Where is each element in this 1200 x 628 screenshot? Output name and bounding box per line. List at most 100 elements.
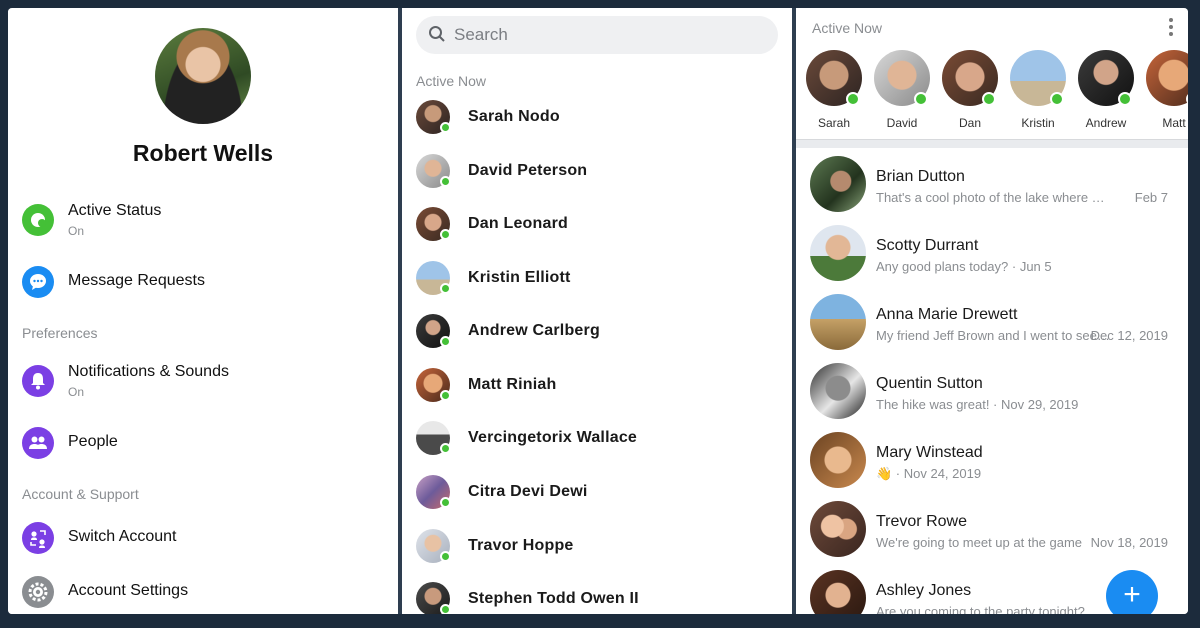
- conversation-name: Brian Dutton: [876, 168, 965, 185]
- contact-row[interactable]: Dan Leonard: [416, 207, 782, 247]
- conversation-row[interactable]: Mary Winstead 👋 · Nov 24, 2019: [810, 432, 1174, 492]
- new-message-button[interactable]: +: [1106, 570, 1158, 614]
- conversation-row[interactable]: Scotty Durrant Any good plans today? · J…: [810, 225, 1174, 285]
- avatar: [810, 363, 866, 419]
- contact-name: Sarah Nodo: [468, 108, 560, 125]
- account-settings-label: Account Settings: [68, 582, 189, 599]
- switch-account-item[interactable]: Switch Account: [22, 520, 388, 564]
- message-requests-label: Message Requests: [68, 272, 205, 289]
- online-indicator: [440, 336, 451, 347]
- active-contact[interactable]: Matt: [1142, 50, 1188, 134]
- contact-row[interactable]: Andrew Carlberg: [416, 314, 782, 354]
- conversation-name: Scotty Durrant: [876, 237, 979, 254]
- contact-row[interactable]: Stephen Todd Owen II: [416, 582, 782, 614]
- active-now-strip: Sarah David Dan Kristin Andrew Matt: [796, 48, 1188, 138]
- settings-panel: Robert Wells Active Status On Message Re…: [8, 8, 398, 614]
- contact-row[interactable]: Sarah Nodo: [416, 100, 782, 140]
- preferences-heading: Preferences: [22, 325, 98, 341]
- online-indicator: [440, 604, 451, 614]
- active-contact-name: Sarah: [817, 116, 851, 130]
- online-indicator: [846, 92, 860, 106]
- avatar: [810, 156, 866, 212]
- conversation-name: Trevor Rowe: [876, 513, 967, 530]
- avatar: [810, 432, 866, 488]
- conversation-date: Dec 12, 2019: [1090, 328, 1168, 343]
- active-contact[interactable]: Kristin: [1006, 50, 1066, 134]
- active-now-heading: Active Now: [416, 73, 487, 89]
- active-status-value: On: [68, 224, 85, 238]
- avatar: [810, 294, 866, 350]
- chats-panel: Active Now Sarah David Dan Kristin Andre…: [796, 8, 1188, 614]
- active-contact[interactable]: Dan: [938, 50, 998, 134]
- active-status-item[interactable]: Active Status On: [22, 202, 388, 246]
- app-frame: Robert Wells Active Status On Message Re…: [8, 8, 1188, 614]
- people-label: People: [68, 433, 118, 450]
- contacts-panel: Active Now Sarah Nodo David Peterson Dan…: [402, 8, 792, 614]
- conversation-name: Ashley Jones: [876, 582, 972, 599]
- conversation-name: Quentin Sutton: [876, 375, 983, 392]
- switch-account-label: Switch Account: [68, 528, 177, 545]
- gear-icon: [22, 576, 54, 608]
- contact-row[interactable]: Kristin Elliott: [416, 261, 782, 301]
- active-contact-name: Matt: [1162, 116, 1186, 130]
- contact-name: Kristin Elliott: [468, 269, 571, 286]
- conversation-row[interactable]: Anna Marie Drewett My friend Jeff Brown …: [810, 294, 1174, 354]
- online-indicator: [440, 229, 451, 240]
- active-contact-name: Andrew: [1085, 116, 1127, 130]
- online-indicator: [914, 92, 928, 106]
- avatar: [1146, 50, 1188, 106]
- notifications-value: On: [68, 385, 85, 399]
- online-indicator: [440, 122, 451, 133]
- contact-row[interactable]: Citra Devi Dewi: [416, 475, 782, 515]
- conversation-name: Mary Winstead: [876, 444, 983, 461]
- contact-row[interactable]: David Peterson: [416, 154, 782, 194]
- active-status-label: Active Status: [68, 202, 162, 219]
- contact-name: David Peterson: [468, 162, 588, 179]
- account-settings-item[interactable]: Account Settings: [22, 574, 388, 614]
- conversation-row[interactable]: Brian Dutton That's a cool photo of the …: [810, 156, 1174, 216]
- active-now-heading: Active Now: [812, 20, 883, 36]
- active-contact-name: Kristin: [1021, 116, 1055, 130]
- online-indicator: [440, 497, 451, 508]
- active-contact[interactable]: David: [870, 50, 930, 134]
- active-status-icon: [22, 204, 54, 236]
- people-icon: [22, 427, 54, 459]
- conversation-preview: The hike was great! · Nov 29, 2019: [876, 397, 1079, 412]
- conversation-date: Nov 18, 2019: [1090, 535, 1168, 550]
- people-item[interactable]: People: [22, 425, 388, 469]
- notifications-item[interactable]: Notifications & Sounds On: [22, 363, 388, 407]
- profile-name: Robert Wells: [132, 140, 274, 166]
- conversation-preview: We're going to meet up at the game: [876, 535, 1083, 550]
- more-options-icon[interactable]: [1168, 18, 1174, 36]
- conversation-preview: Are you coming to the party tonight?: [876, 604, 1085, 614]
- avatar: [810, 225, 866, 281]
- search-bar[interactable]: [416, 16, 778, 54]
- message-requests-item[interactable]: Message Requests: [22, 264, 388, 308]
- online-indicator: [1118, 92, 1132, 106]
- online-indicator: [440, 551, 451, 562]
- search-input[interactable]: [454, 16, 754, 54]
- profile-avatar[interactable]: [155, 28, 251, 124]
- bell-icon: [22, 365, 54, 397]
- contact-name: Matt Riniah: [468, 376, 557, 393]
- contact-row[interactable]: Matt Riniah: [416, 368, 782, 408]
- conversation-preview: My friend Jeff Brown and I went to see t…: [876, 328, 1110, 343]
- notifications-label: Notifications & Sounds: [68, 363, 229, 380]
- online-indicator: [440, 176, 451, 187]
- active-contact[interactable]: Andrew: [1074, 50, 1134, 134]
- contact-row[interactable]: Vercingetorix Wallace: [416, 421, 782, 461]
- contact-row[interactable]: Travor Hoppe: [416, 529, 782, 569]
- conversation-preview: Any good plans today? · Jun 5: [876, 259, 1052, 274]
- conversation-row[interactable]: Quentin Sutton The hike was great! · Nov…: [810, 363, 1174, 423]
- online-indicator: [1186, 92, 1188, 106]
- online-indicator: [1050, 92, 1064, 106]
- online-indicator: [440, 443, 451, 454]
- conversation-date: Feb 7: [1134, 190, 1168, 205]
- contact-name: Dan Leonard: [468, 215, 568, 232]
- search-icon: [429, 26, 445, 42]
- avatar: [810, 570, 866, 614]
- contact-name: Vercingetorix Wallace: [468, 429, 638, 446]
- active-contact[interactable]: Sarah: [802, 50, 862, 134]
- conversation-row[interactable]: Trevor Rowe We're going to meet up at th…: [810, 501, 1174, 561]
- conversation-preview: That's a cool photo of the lake where yo…: [876, 190, 1110, 205]
